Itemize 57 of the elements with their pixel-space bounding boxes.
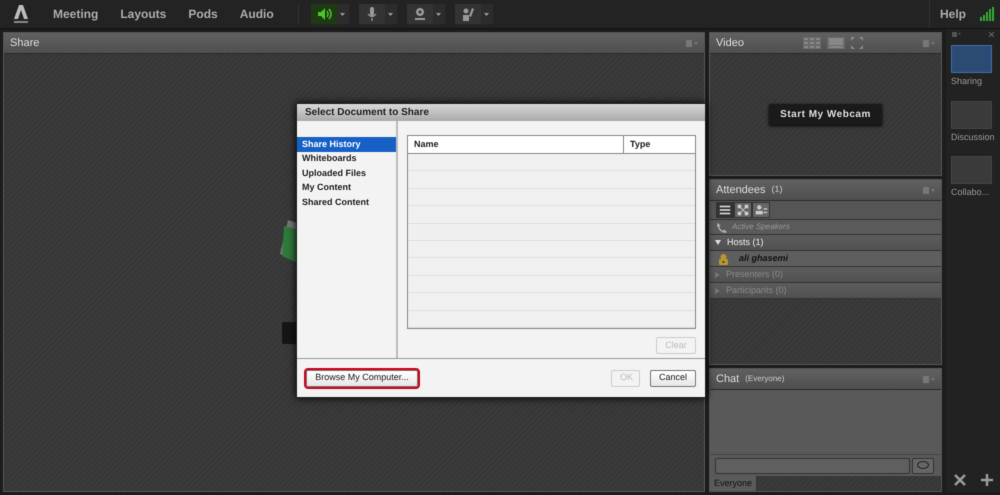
caret-icon	[340, 12, 346, 16]
tools-icon[interactable]	[954, 474, 966, 486]
menu-item[interactable]: Audio	[240, 5, 274, 23]
source-item[interactable]: Whiteboards	[297, 152, 396, 166]
pod-title: Chat	[716, 372, 740, 387]
toolbar-button[interactable]	[310, 4, 337, 24]
expanded-arrow-icon	[715, 240, 721, 245]
logo-icon	[13, 4, 29, 24]
chat-scope: (Everyone)	[745, 373, 784, 385]
source-item[interactable]: Share History	[297, 137, 396, 152]
layout-item[interactable]: Discussion	[951, 100, 995, 152]
chat-input-field[interactable]	[715, 458, 910, 474]
collapsed-arrow-icon	[715, 272, 720, 278]
column-header[interactable]: Name	[408, 136, 624, 153]
layout-item[interactable]: Sharing	[951, 45, 995, 96]
signal-icon	[980, 7, 994, 21]
close-icon[interactable]	[989, 32, 994, 37]
phone-icon	[716, 222, 727, 232]
start-webcam-button[interactable]: Start My Webcam	[769, 104, 882, 125]
attendee-count: (1)	[772, 183, 783, 196]
pod-title: Attendees	[716, 182, 766, 198]
caret-icon	[388, 12, 394, 16]
caret-icon	[484, 12, 490, 16]
caret-icon	[436, 12, 442, 16]
menu-item[interactable]: Pods	[188, 5, 218, 23]
host-icon	[718, 252, 729, 264]
toolbar-button[interactable]	[406, 4, 433, 24]
speech-bubble-icon	[917, 461, 929, 470]
dialog-title: Select Document to Share	[297, 104, 705, 121]
speaker-icon	[316, 6, 332, 22]
pod-title: Video	[716, 36, 744, 51]
toolbar-button[interactable]	[454, 4, 481, 24]
help-menu[interactable]: Help	[940, 5, 966, 23]
column-header[interactable]: Type	[624, 136, 695, 153]
cancel-button[interactable]: Cancel	[650, 370, 696, 386]
view-button[interactable]	[752, 202, 770, 218]
attendee-name: ali ghasemi	[739, 252, 788, 265]
view-button[interactable]	[716, 202, 734, 218]
source-item[interactable]: Uploaded Files	[297, 166, 396, 180]
source-item[interactable]: My Content	[297, 180, 396, 195]
list-view-icon	[718, 203, 732, 217]
menu-item[interactable]: Layouts	[120, 5, 166, 23]
attendee-view-icon	[754, 203, 768, 217]
layout-item[interactable]: Collabo...	[951, 156, 995, 208]
collapsed-arrow-icon	[715, 288, 720, 294]
source-item[interactable]: Shared Content	[297, 195, 396, 210]
active-speakers-label: Active Speakers	[732, 221, 790, 233]
group-label: Hosts (1)	[727, 236, 764, 249]
network-view-icon	[736, 203, 750, 217]
add-icon[interactable]	[980, 474, 992, 486]
browse-button[interactable]: Browse My Computer...	[306, 370, 418, 386]
send-button[interactable]	[912, 458, 934, 474]
view-button[interactable]	[734, 202, 752, 218]
pod-title: Share	[10, 36, 40, 51]
menu-item[interactable]: Meeting	[53, 5, 98, 23]
group-row[interactable]: Hosts (1)	[710, 235, 941, 251]
toolbar-button[interactable]	[358, 4, 385, 24]
